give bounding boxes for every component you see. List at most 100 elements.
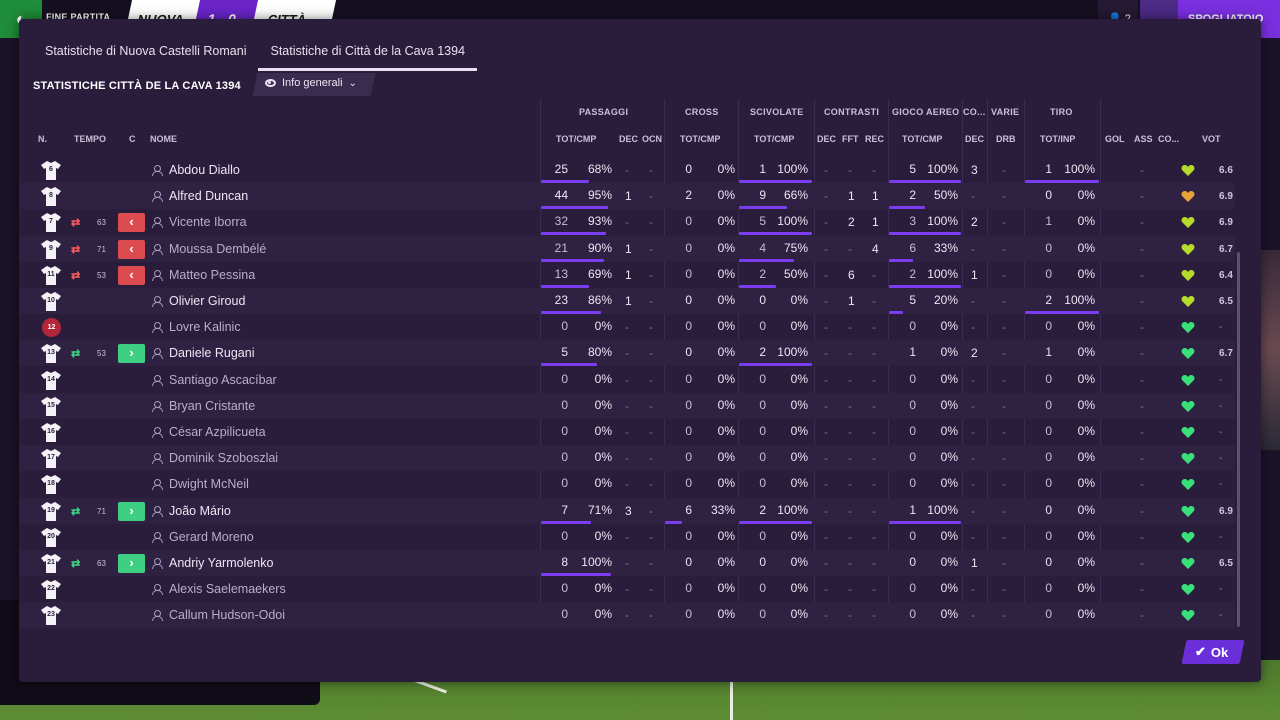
table-row[interactable]: 20 Gerard Moreno 0 0% - -0 0% 0 0% - - -0 0% - -0 0% - - <box>19 524 1235 550</box>
header-sciv-tot[interactable]: TOT/CMP <box>754 134 794 144</box>
header-contr-fft[interactable]: FFT <box>842 134 859 144</box>
player-name[interactable]: César Azpilicueta <box>169 425 266 439</box>
sub-minute: 63 <box>97 218 106 228</box>
p-pct: 93% <box>587 214 612 229</box>
tab-home-stats[interactable]: Statistiche di Nuova Castelli Romani <box>33 41 258 71</box>
table-row[interactable]: 16 César Azpilicueta 0 0% - -0 0% 0 0% - - -0 0% - -0 0… <box>19 419 1235 445</box>
header-contr-rec[interactable]: REC <box>865 134 884 144</box>
ae-pct: 0% <box>940 528 958 543</box>
header-varie-drb[interactable]: DRB <box>996 134 1016 144</box>
table-row[interactable]: 11 ⇄ 53 ‹ Matteo Pessina 13 69% 1-0 0% 2 50% -6-2 10… <box>19 262 1235 288</box>
cr-pct: 0% <box>717 528 735 543</box>
person-icon <box>152 427 163 438</box>
shirt-icon: 11 <box>40 265 62 286</box>
view-dropdown-content[interactable]: Info generali ⌄ <box>265 77 357 89</box>
cr-total: 0 <box>685 528 692 543</box>
table-row[interactable]: 9 ⇄ 71 ‹ Moussa Dembélé 21 90% 1 - 0 0% 4 75% - - 4 6 33%… <box>19 235 1235 262</box>
assists: - <box>1140 582 1144 597</box>
ti-pct: 0% <box>1077 319 1095 334</box>
pass-ocn: - <box>649 556 653 570</box>
ti-total: 0 <box>1045 528 1052 543</box>
player-name[interactable]: Moussa Dembélé <box>169 242 266 256</box>
player-name[interactable]: Alfred Duncan <box>169 189 248 203</box>
header-contr-dec[interactable]: DEC <box>817 134 836 144</box>
player-name[interactable]: Daniele Rugani <box>169 346 254 360</box>
player-name[interactable]: Andriy Yarmolenko <box>169 556 273 570</box>
pass-dec: - <box>625 372 629 387</box>
heart-icon <box>1181 479 1195 491</box>
player-name[interactable]: João Mário <box>169 504 231 518</box>
header-cross-tot[interactable]: TOT/CMP <box>680 134 720 144</box>
shirt-number: 22 <box>47 585 55 593</box>
tackle-fft: - <box>848 372 852 387</box>
table-row[interactable]: 14 Santiago Ascacíbar 0 0% - -0 0% 0 0% - - -0 0% - -0… <box>19 367 1235 393</box>
header-ass[interactable]: ASS <box>1134 134 1153 144</box>
cr-total: 0 <box>685 240 692 255</box>
shirt-number: 19 <box>47 506 55 514</box>
table-scrollbar[interactable] <box>1237 252 1240 627</box>
header-aereo-tot[interactable]: TOT/CMP <box>902 134 942 144</box>
ae-pct: 0% <box>940 424 958 438</box>
tackle-fft: 1 <box>848 294 855 308</box>
header-pass-dec[interactable]: DEC <box>619 134 638 144</box>
sc-pct: 0% <box>790 293 808 307</box>
tab-away-stats[interactable]: Statistiche di Città de la Cava 1394 <box>258 41 478 71</box>
header-cond[interactable]: CO... <box>1158 134 1179 144</box>
player-name[interactable]: Santiago Ascacíbar <box>169 373 277 387</box>
header-co-dec[interactable]: DEC <box>965 134 984 144</box>
table-row[interactable]: 22 Alexis Saelemaekers 0 0% - -0 0% 0 0% - - -0 0% - -… <box>19 576 1235 602</box>
table-row[interactable]: 13 ⇄ 53 › Daniele Rugani 5 80% - -0 0% 2 100% - - -1 0%… <box>19 340 1235 367</box>
varie-drb: - <box>1002 503 1006 518</box>
p-total: 0 <box>561 581 568 596</box>
table-row[interactable]: 6 Abdou Diallo 25 68% - -0 0% 1 100% - - -5 100% 3-1 1… <box>19 157 1235 183</box>
ti-total: 0 <box>1045 188 1052 203</box>
cr-pct: 0% <box>717 240 735 255</box>
table-row[interactable]: 19 ⇄ 71 › João Mário 7 71% 3-6 33% 2 100% - - -1 100% -… <box>19 497 1235 524</box>
table-row[interactable]: 15 Bryan Cristante 0 0% - -0 0% 0 0% - - -0 0% - -0 0% -… <box>19 392 1235 419</box>
header-gol[interactable]: GOL <box>1105 134 1125 144</box>
player-name[interactable]: Gerard Moreno <box>169 530 254 544</box>
shirt-number: 13 <box>47 349 55 357</box>
header-nome[interactable]: NOME <box>150 134 177 144</box>
heart-icon <box>1181 243 1195 255</box>
table-row[interactable]: 23 Callum Hudson-Odoi 0 0% - -0 0% 0 0% - - -0 0% - -0… <box>19 602 1235 629</box>
table-row[interactable]: 10 Olivier Giroud 23 86% 1-0 0% 0 0% -1-5 20% - -2 1… <box>19 288 1235 314</box>
header-pass-tot[interactable]: TOT/CMP <box>556 134 596 144</box>
assists: - <box>1140 477 1144 492</box>
header-pass-ocn[interactable]: OCN <box>642 134 662 144</box>
player-name[interactable]: Lovre Kalinic <box>169 320 241 334</box>
table-row[interactable]: 7 ⇄ 63 ‹ Vicente Iborra 32 93% - -0 0% 5 100% -2 1 3 10… <box>19 209 1235 236</box>
table-row[interactable]: 12 Lovre Kalinic 0 0% - -0 0% 0 0% - - -0 0% - -0 0% - - <box>19 314 1235 340</box>
table-row[interactable]: 21 ⇄ 63 › Andriy Yarmolenko 8 100% - -0 0% 0 0% - - -0… <box>19 550 1235 576</box>
header-n[interactable]: N. <box>38 134 47 144</box>
header-tiro-tot[interactable]: TOT/INP <box>1040 134 1075 144</box>
player-name[interactable]: Dominik Szoboszlai <box>169 451 278 465</box>
player-name[interactable]: Dwight McNeil <box>169 477 249 491</box>
table-row[interactable]: 17 Dominik Szoboszlai 0 0% - -0 0% 0 0% - - -0 0% - -0… <box>19 445 1235 472</box>
tackle-fft: 2 <box>848 215 855 230</box>
player-name[interactable]: Callum Hudson-Odoi <box>169 608 285 622</box>
player-name[interactable]: Alexis Saelemaekers <box>169 582 286 596</box>
header-vot[interactable]: VOT <box>1202 134 1221 144</box>
pass-ocn: - <box>649 425 653 439</box>
cr-pct: 0% <box>717 424 735 438</box>
person-icon <box>152 374 163 386</box>
player-name[interactable]: Olivier Giroud <box>169 294 245 308</box>
player-rating: - <box>1219 322 1223 334</box>
table-row[interactable]: 18 Dwight McNeil 0 0% - -0 0% 0 0% - - -0 0% - -0 0% - - <box>19 471 1235 497</box>
shirt-number: 9 <box>49 244 53 252</box>
player-name[interactable]: Abdou Diallo <box>169 163 240 177</box>
substitution-icon: ⇄ <box>71 558 81 570</box>
pass-ocn: - <box>649 608 653 623</box>
player-name[interactable]: Matteo Pessina <box>169 268 255 282</box>
table-row[interactable]: 8 Alfred Duncan 44 95% 1-2 0% 9 66% -1 1 2 50% - -0 0%… <box>19 183 1235 210</box>
header-c[interactable]: C <box>129 134 136 144</box>
p-total: 7 <box>561 502 568 517</box>
player-name[interactable]: Bryan Cristante <box>169 399 255 413</box>
header-tempo[interactable]: TEMPO <box>74 134 106 144</box>
player-name[interactable]: Vicente Iborra <box>169 215 247 229</box>
assists: - <box>1140 529 1144 544</box>
view-dropdown-label: Info generali <box>282 77 343 89</box>
co-dec: - <box>971 503 975 518</box>
ok-button-content[interactable]: ✔ Ok <box>1195 644 1228 660</box>
